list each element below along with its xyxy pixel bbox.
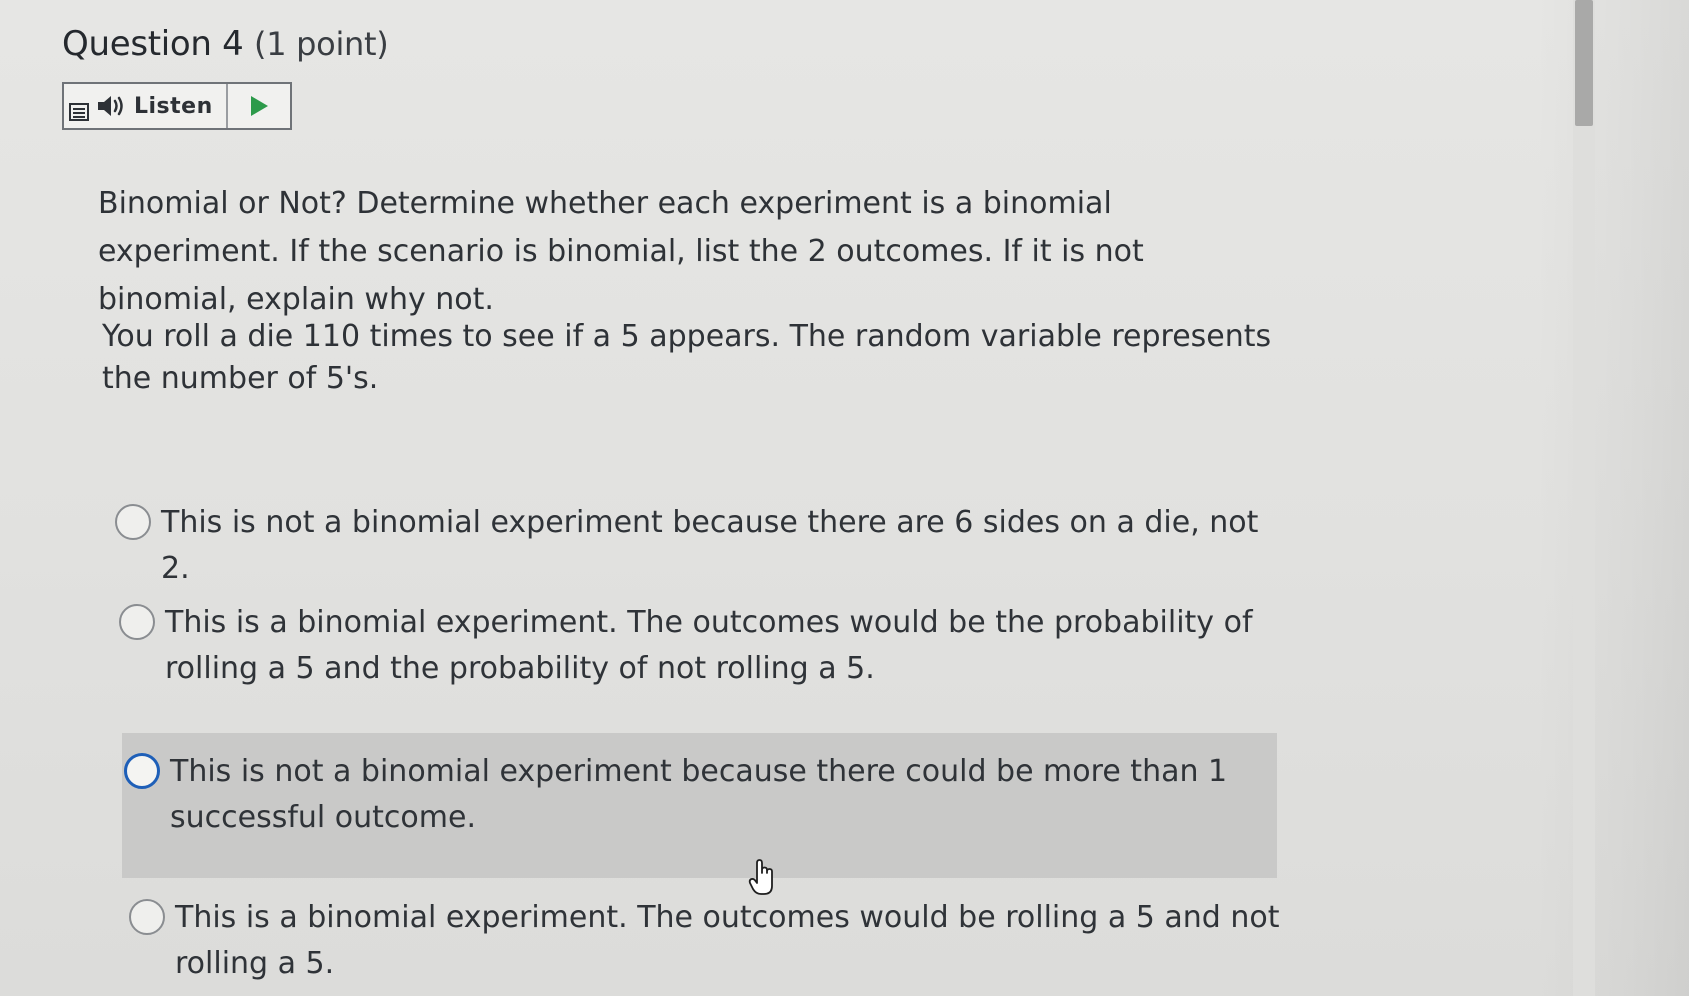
page: Question 4 (1 point) Listen Binomial or …: [0, 0, 1689, 996]
scrollbar[interactable]: [1573, 0, 1595, 996]
listen-label: Listen: [134, 93, 213, 119]
answer-option-2[interactable]: This is a binomial experiment. The outco…: [119, 600, 1275, 692]
play-button[interactable]: [228, 84, 290, 128]
hand-cursor-icon: [748, 859, 773, 895]
answer-option-label: This is a binomial experiment. The outco…: [175, 900, 1280, 981]
answer-option-label: This is a binomial experiment. The outco…: [165, 605, 1253, 686]
answer-option-3[interactable]: This is not a binomial experiment becaus…: [122, 733, 1277, 878]
page-edge-shade: [1535, 0, 1689, 996]
question-points: (1 point): [254, 25, 389, 63]
question-prompt: Binomial or Not? Determine whether each …: [98, 186, 1144, 317]
answer-option-4[interactable]: This is a binomial experiment. The outco…: [129, 895, 1285, 987]
scrollbar-thumb[interactable]: [1575, 0, 1593, 126]
play-icon: [251, 96, 268, 116]
listen-widget[interactable]: Listen: [62, 82, 292, 130]
question-scenario: You roll a die 110 times to see if a 5 a…: [102, 319, 1272, 396]
listen-menu-button[interactable]: [64, 84, 94, 128]
listen-button[interactable]: Listen: [94, 84, 228, 128]
question-title: Question 4: [62, 24, 244, 64]
radio-button[interactable]: [124, 753, 160, 789]
menu-lines-icon: [69, 103, 89, 121]
answer-option-label: This is not a binomial experiment becaus…: [161, 505, 1259, 586]
radio-button[interactable]: [119, 604, 155, 640]
answer-option-label: This is not a binomial experiment becaus…: [170, 754, 1228, 835]
answer-option-1[interactable]: This is not a binomial experiment becaus…: [115, 500, 1271, 592]
question-header: Question 4 (1 point): [62, 24, 389, 64]
speaker-icon: [98, 96, 123, 116]
radio-button[interactable]: [115, 504, 151, 540]
radio-button[interactable]: [129, 899, 165, 935]
